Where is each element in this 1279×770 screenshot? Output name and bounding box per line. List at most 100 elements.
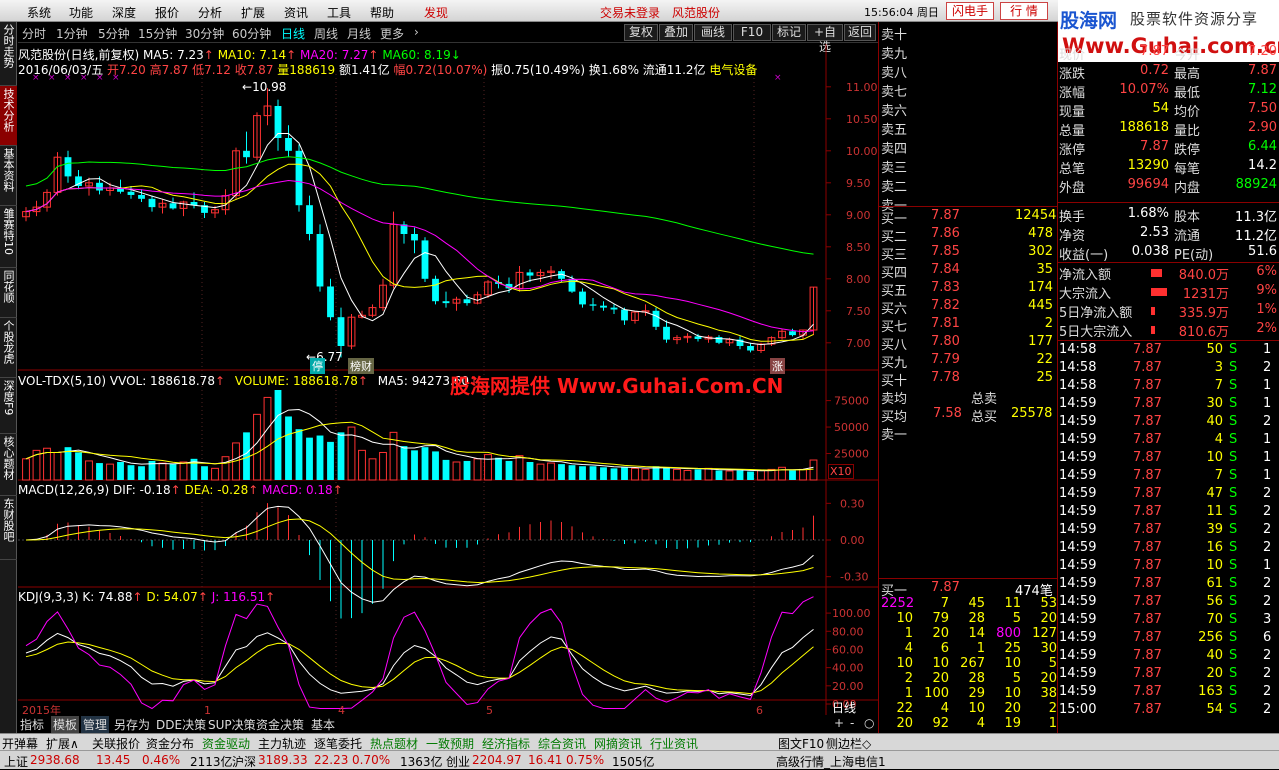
menu-info[interactable]: 资讯 [284, 4, 308, 21]
tab-manage[interactable]: 管理 [81, 716, 110, 733]
cy-index-label[interactable]: 创业 [446, 753, 470, 770]
tick-side: S [1229, 468, 1238, 483]
sidebar-item-dragon[interactable]: 个股龙虎 [0, 318, 17, 378]
tab-sup[interactable]: SUP决策 [208, 716, 256, 733]
back-button[interactable]: 返回 [844, 24, 876, 41]
draw-button[interactable]: 画线 [694, 24, 732, 41]
sidebar-item-ths[interactable]: 同花顺 [0, 268, 17, 318]
tab-15min[interactable]: 15分钟 [138, 25, 177, 42]
buy-level-price[interactable]: 7.78 [931, 370, 960, 385]
candle-body-down [306, 205, 313, 234]
menu-help[interactable]: 帮助 [370, 4, 394, 21]
flow-pct: 1% [1256, 302, 1277, 317]
menu-quote[interactable]: 报价 [155, 4, 179, 21]
buy-level-price[interactable]: 7.84 [931, 262, 960, 277]
tab-template[interactable]: 模板 [51, 716, 80, 733]
candle-body-down [327, 286, 334, 318]
overlay-button[interactable]: 叠加 [659, 24, 693, 41]
server-status[interactable]: 高级行情_上海电信1 [776, 753, 886, 770]
buy-level-price[interactable]: 7.86 [931, 226, 960, 241]
quote-label: 均价 [1174, 105, 1201, 120]
macd-line [25, 518, 814, 584]
market-button[interactable]: 行 情 [1000, 2, 1048, 20]
sh-index-pct: 0.46% [142, 753, 181, 767]
tab-weekly[interactable]: 周线 [314, 25, 338, 42]
f10-button[interactable]: F10 [733, 24, 771, 41]
tick-side: S [1229, 702, 1238, 717]
queue-cell: 2 [1048, 701, 1057, 716]
mark-button[interactable]: 标记 [772, 24, 806, 41]
kdj-name: KDJ(9,3,3) [18, 590, 79, 604]
buy-level-price[interactable]: 7.79 [931, 352, 960, 367]
menu-extend[interactable]: 扩展 [241, 4, 265, 21]
tab-30min[interactable]: 30分钟 [185, 25, 224, 42]
menu-depth[interactable]: 深度 [112, 4, 136, 21]
login-status[interactable]: 交易未登录 [600, 4, 660, 21]
menu-system[interactable]: 系统 [27, 4, 51, 21]
tab-more[interactable]: 更多 [380, 25, 404, 42]
tab-indicator[interactable]: 指标 [20, 716, 44, 733]
tab-save-as[interactable]: 另存为 [114, 716, 150, 733]
queue-cell: 5 [1012, 671, 1021, 686]
tab-dde[interactable]: DDE决策 [156, 716, 206, 733]
candle-body-down [169, 203, 177, 209]
sidebar-item-timeshare[interactable]: 分时走势 [0, 22, 17, 86]
queue-cell: 30 [1040, 641, 1057, 656]
candle-body-down [96, 182, 103, 191]
buy-level-price[interactable]: 7.81 [931, 316, 960, 331]
sidebar-item-fundamental[interactable]: 基本资料 [0, 146, 17, 206]
tab-daily[interactable]: 日线 [281, 25, 305, 42]
tab-basic[interactable]: 基本 [311, 716, 335, 733]
tab-60min[interactable]: 60分钟 [232, 25, 271, 42]
tick-volume: 50 [1206, 342, 1223, 357]
sidebar-item-guba[interactable]: 东财股吧 [0, 496, 17, 560]
hs-index-label[interactable]: 沪深 [232, 753, 256, 770]
tab-1min[interactable]: 1分钟 [56, 25, 88, 42]
tab-fund[interactable]: 资金决策 [256, 716, 304, 733]
tab-scroll-right-icon[interactable]: › [414, 25, 419, 39]
kline-chart-area[interactable]: 11.00 10.50 10.00 9.50 9.00 8.50 8.00 7.50 7.00 7… [18, 44, 878, 717]
tick-count: 2 [1263, 486, 1272, 501]
buy-level-price[interactable]: 7.82 [931, 298, 960, 313]
ranking-tag[interactable]: 榜财 [348, 358, 374, 374]
bar-sector: 电气设备 [709, 63, 758, 77]
buy-level-price[interactable]: 7.80 [931, 334, 960, 349]
add-watchlist-button[interactable]: +自选 [807, 24, 843, 54]
flash-trade-button[interactable]: 闪电手 [946, 2, 994, 20]
sh-index-label[interactable]: 上证 [4, 753, 28, 770]
menu-analysis[interactable]: 分析 [198, 4, 222, 21]
menu-function[interactable]: 功能 [69, 4, 93, 21]
buy-level-price[interactable]: 7.87 [931, 208, 960, 223]
tick-side: S [1229, 612, 1238, 627]
tick-count: 2 [1263, 666, 1272, 681]
kdj-lines [25, 596, 814, 710]
tab-5min[interactable]: 5分钟 [98, 25, 130, 42]
buy-level-price[interactable]: 7.85 [931, 244, 960, 259]
flow-value: 1231万 [1182, 287, 1229, 302]
macd-tick-label: -0.30 [840, 571, 868, 584]
zoom-in-button[interactable]: + [834, 716, 844, 730]
menu-tools[interactable]: 工具 [327, 4, 351, 21]
suspend-tag[interactable]: 停 [310, 358, 325, 374]
tick-count: 2 [1263, 360, 1272, 375]
queue-cell: 29 [968, 686, 985, 701]
ma5-value: MA5: 7.23 [143, 48, 204, 62]
queue-cell: 100 [924, 686, 949, 701]
zoom-out-button[interactable]: - [850, 716, 854, 730]
tab-timeshare[interactable]: 分时 [22, 25, 46, 42]
tick-side: S [1229, 594, 1238, 609]
ma60-line [25, 156, 814, 255]
tab-monthly[interactable]: 月线 [347, 25, 371, 42]
buy-level-price[interactable]: 7.83 [931, 280, 960, 295]
fuquan-button[interactable]: 复权 [624, 24, 658, 41]
menu-discover[interactable]: 发现 [424, 4, 448, 21]
queue-cell: 10 [968, 701, 985, 716]
sidebar-item-race[interactable]: 雏赛特10 [0, 206, 17, 268]
queue-cell: 11 [1004, 596, 1021, 611]
sidebar-item-f9[interactable]: 深度F9 [0, 378, 17, 434]
scroll-icon[interactable]: ○ [864, 716, 874, 730]
tick-price: 7.87 [1133, 504, 1162, 519]
volume-bar-down [285, 416, 292, 480]
sidebar-item-technical[interactable]: 技术分析 [0, 86, 17, 146]
sidebar-item-theme[interactable]: 核心题材 [0, 434, 17, 496]
